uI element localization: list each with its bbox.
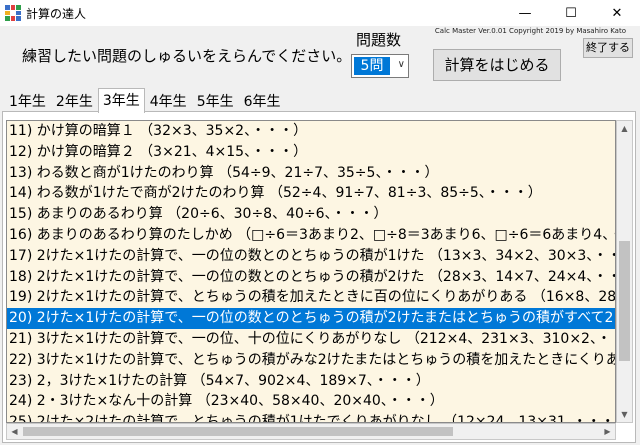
list-item[interactable]: 15) あまりのあるわり算 （20÷6、30÷8、40÷6、・・・） bbox=[7, 204, 615, 225]
list-item[interactable]: 11) かけ算の暗算１ （32×3、35×2、・・・） bbox=[7, 121, 615, 142]
maximize-button[interactable]: ☐ bbox=[548, 0, 594, 26]
title-bar: 計算の達人 — ☐ ✕ bbox=[0, 0, 640, 26]
problem-list[interactable]: 11) かけ算の暗算１ （32×3、35×2、・・・） 12) かけ算の暗算２ … bbox=[6, 120, 616, 423]
list-item[interactable]: 12) かけ算の暗算２ （3×21、4×15、・・・） bbox=[7, 142, 615, 163]
scroll-left-icon[interactable]: ◀ bbox=[7, 424, 22, 439]
exit-button[interactable]: 終了する bbox=[583, 38, 633, 58]
list-item[interactable]: 21) 3けた×1けたの計算で、一の位、十の位にくりあがりなし （212×4、2… bbox=[7, 329, 615, 350]
minimize-button[interactable]: — bbox=[502, 0, 548, 26]
scroll-down-icon[interactable]: ▼ bbox=[617, 407, 632, 422]
problem-count-label: 問題数 bbox=[356, 31, 402, 49]
tab-grade-1[interactable]: 1年生 bbox=[4, 90, 51, 113]
app-icon bbox=[5, 5, 21, 21]
tab-grade-5[interactable]: 5年生 bbox=[192, 90, 239, 113]
window-title: 計算の達人 bbox=[26, 7, 87, 21]
list-item[interactable]: 23) 2，3けた×1けたの計算 （54×7、902×4、189×7、・・・） bbox=[7, 371, 615, 392]
list-item[interactable]: 13) わる数と商が1けたのわり算 （54÷9、21÷7、35÷5、・・・） bbox=[7, 163, 615, 184]
problem-count-value: 5問 bbox=[354, 57, 390, 75]
horizontal-scroll-thumb[interactable] bbox=[23, 427, 453, 436]
grade-tabs: 1年生 2年生 3年生 4年生 5年生 6年生 bbox=[4, 88, 286, 113]
list-item[interactable]: 14) わる数が1けたで商が2けたのわり算 （52÷4、91÷7、81÷3、85… bbox=[7, 183, 615, 204]
list-item[interactable]: 17) 2けた×1けたの計算で、一の位の数とのとちゅうの積が1けた （13×3、… bbox=[7, 246, 615, 267]
list-item[interactable]: 18) 2けた×1けたの計算で、一の位の数とのとちゅうの積が2けた （28×3、… bbox=[7, 267, 615, 288]
vertical-scrollbar[interactable]: ▲ ▼ bbox=[616, 120, 633, 423]
problem-count-select[interactable]: 5問 ∨ bbox=[351, 54, 409, 78]
tab-panel: 11) かけ算の暗算１ （32×3、35×2、・・・） 12) かけ算の暗算２ … bbox=[2, 111, 636, 443]
horizontal-scrollbar[interactable]: ◀ ▶ bbox=[6, 423, 616, 440]
vertical-scroll-thumb[interactable] bbox=[619, 241, 630, 361]
list-item-selected[interactable]: 20) 2けた×1けたの計算で、一の位の数とのとちゅうの積が2けたまたはとちゅう… bbox=[7, 308, 615, 329]
tab-grade-3[interactable]: 3年生 bbox=[97, 88, 145, 113]
tab-grade-6[interactable]: 6年生 bbox=[239, 90, 286, 113]
list-item[interactable]: 24) 2・3けた×なん十の計算 （23×40、58×40、20×40、・・・） bbox=[7, 391, 615, 412]
chevron-down-icon: ∨ bbox=[397, 59, 405, 70]
close-button[interactable]: ✕ bbox=[594, 0, 640, 26]
scroll-right-icon[interactable]: ▶ bbox=[600, 424, 615, 439]
list-item[interactable]: 16) あまりのあるわり算のたしかめ （□÷6＝3あまり2、□÷8＝3あまり6、… bbox=[7, 225, 615, 246]
start-button[interactable]: 計算をはじめる bbox=[433, 49, 561, 81]
scroll-up-icon[interactable]: ▲ bbox=[617, 121, 632, 136]
instruction-text: 練習したい問題のしゅるいをえらんでください。 bbox=[22, 47, 352, 65]
tab-grade-2[interactable]: 2年生 bbox=[51, 90, 98, 113]
list-item[interactable]: 22) 3けた×1けたの計算で、とちゅうの積がみな2けたまたはとちゅうの積を加え… bbox=[7, 350, 615, 371]
copyright-text: Calc Master Ver.0.01 Copyright 2019 by M… bbox=[434, 27, 626, 35]
list-item[interactable]: 25) 2けた×2けたの計算で、とちゅうの積が1けたでくりあがりなし （12×2… bbox=[7, 412, 615, 422]
tab-grade-4[interactable]: 4年生 bbox=[145, 90, 192, 113]
list-item[interactable]: 19) 2けた×1けたの計算で、とちゅうの積を加えたときに百の位にくりあがりある… bbox=[7, 287, 615, 308]
